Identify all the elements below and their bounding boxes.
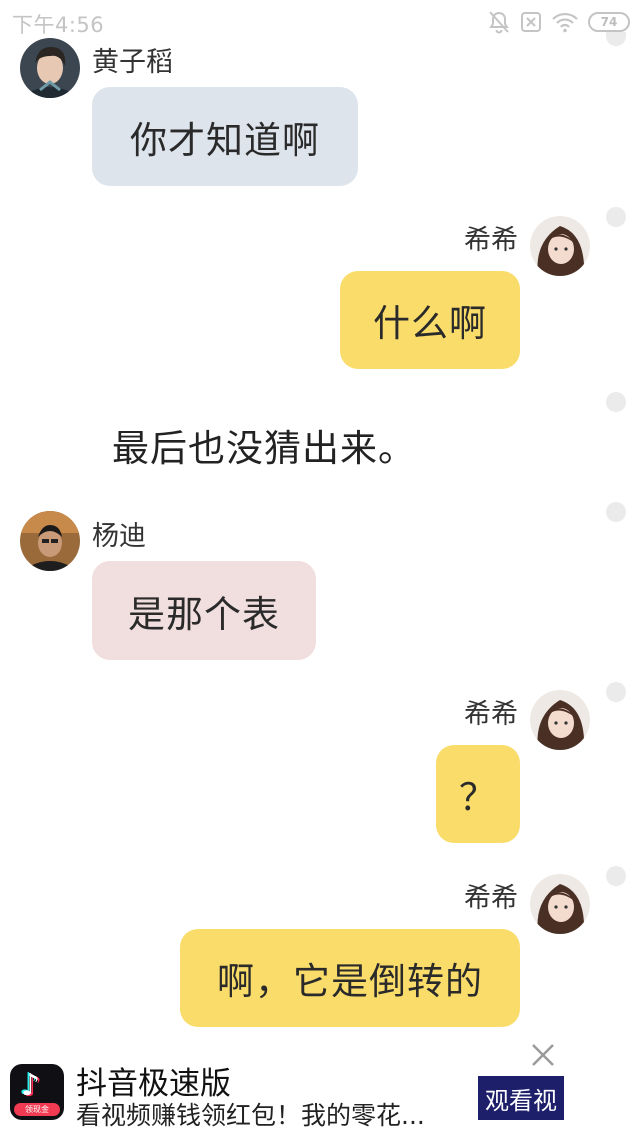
watch-video-button[interactable]: 观看视 [478, 1076, 564, 1120]
sender-name: 黄子稻 [92, 47, 173, 78]
sender-name: 杨迪 [92, 521, 146, 552]
message-bubble[interactable]: 什么啊 [340, 271, 520, 369]
sender-name: 希希 [464, 699, 518, 730]
avatar[interactable] [530, 874, 590, 934]
message-bubble[interactable]: 你才知道啊 [92, 87, 358, 186]
wifi-icon [552, 11, 578, 33]
music-note-glyph: ♪ [21, 1068, 41, 1103]
sender-name: 希希 [464, 883, 518, 914]
ad-banner[interactable]: ♪ 领现金 抖音极速版 看视频赚钱领红包！我的零花... 观看视 [0, 1044, 640, 1138]
avatar[interactable] [20, 511, 80, 571]
sender-name: 希希 [464, 225, 518, 256]
logo-badge: 领现金 [14, 1103, 60, 1116]
avatar[interactable] [530, 216, 590, 276]
battery-icon: 74 [588, 12, 630, 32]
message-bubble[interactable]: 啊，它是倒转的 [180, 929, 520, 1027]
message-bubble[interactable]: ？ [436, 745, 520, 843]
message-bubble[interactable]: 是那个表 [92, 561, 316, 660]
ad-description[interactable]: 看视频赚钱领红包！我的零花... [76, 1096, 474, 1132]
message-marker-dot [606, 866, 626, 886]
narration-text: 最后也没猜出来。 [112, 427, 416, 470]
message-marker-dot [606, 682, 626, 702]
no-sim-icon [520, 11, 542, 33]
notification-muted-icon [488, 10, 510, 34]
status-time: 下午4:56 [12, 13, 105, 37]
close-icon[interactable] [528, 1040, 558, 1070]
status-bar: 下午4:56 74 [0, 0, 640, 44]
avatar[interactable] [20, 38, 80, 98]
message-marker-dot [606, 392, 626, 412]
avatar[interactable] [530, 690, 590, 750]
tiktok-logo-icon[interactable]: ♪ 领现金 [10, 1064, 64, 1120]
message-marker-dot [606, 207, 626, 227]
message-marker-dot [606, 502, 626, 522]
